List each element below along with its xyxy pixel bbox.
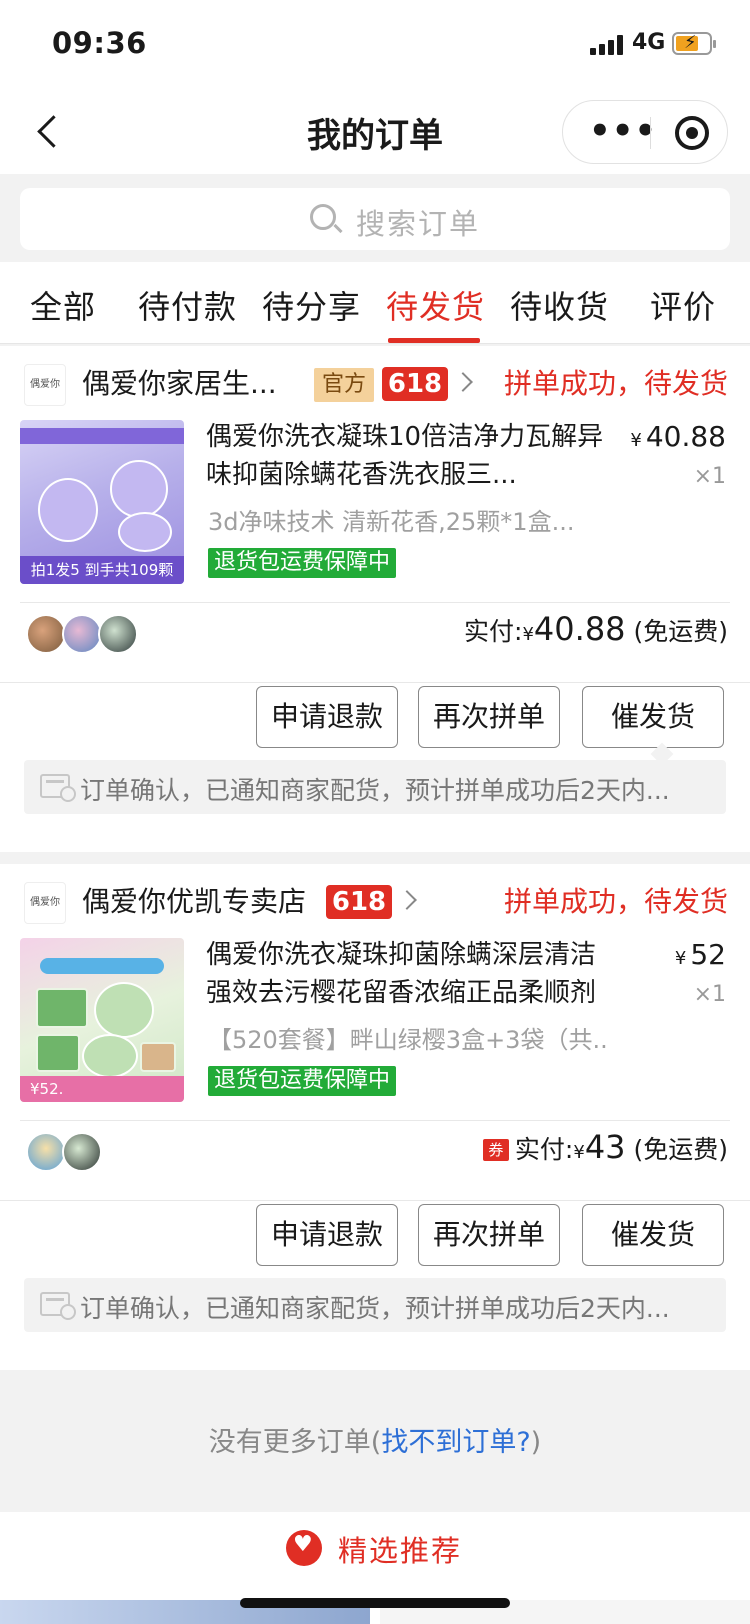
home-indicator <box>240 1598 510 1608</box>
divider <box>20 602 730 603</box>
battery-icon: ⚡ <box>672 32 716 55</box>
no-more-orders: 没有更多订单(找不到订单?) <box>208 1427 542 1458</box>
signal-icon <box>590 33 626 55</box>
cant-find-order-link[interactable]: 找不到订单? <box>381 1427 530 1458</box>
request-refund-button[interactable]: 申请退款 <box>256 1204 398 1266</box>
shop-logo: 偶爱你 <box>24 364 66 406</box>
shop-logo: 偶爱你 <box>24 882 66 924</box>
divider <box>0 682 750 683</box>
more-icon[interactable]: ••• <box>589 114 657 148</box>
product-promo-text: 拍1发5 到手共109颗 <box>20 556 184 584</box>
chevron-right-icon[interactable] <box>397 890 417 910</box>
order-tabs: 全部 待付款 待分享 待发货 待收货 评价 <box>0 262 750 344</box>
recommend-title: 精选推荐 <box>338 1534 463 1568</box>
product-image[interactable]: 拍1发5 到手共109颗 <box>20 420 184 584</box>
product-spec: 3d净味技术 清新花香,25颗*1盒... <box>208 508 575 536</box>
nav-bar: 我的订单 ••• <box>0 88 750 174</box>
chevron-right-icon[interactable] <box>453 372 473 392</box>
tab-review[interactable]: 评价 <box>650 282 716 328</box>
product-image[interactable]: ¥52. <box>20 938 184 1102</box>
status-time: 09:36 <box>52 26 147 60</box>
return-shipping-guarantee-badge: 退货包运费保障中 <box>208 1066 397 1096</box>
product-title[interactable]: 偶爱你洗衣凝珠抑菌除螨深层清洁强效去污樱花留香浓缩正品柔顺剂 <box>206 936 606 1012</box>
status-bar: 09:36 4G ⚡ <box>0 0 750 88</box>
search-icon <box>310 204 336 230</box>
notice-text: 订单确认，已通知商家配货，预计拼单成功后2天内... <box>80 776 670 805</box>
official-badge: 官方 <box>314 368 375 402</box>
avatar <box>62 614 102 654</box>
delivery-notice-icon <box>40 774 76 802</box>
product-price: ¥52 <box>674 938 726 971</box>
request-refund-button[interactable]: 申请退款 <box>256 686 398 748</box>
shop-name[interactable]: 偶爱你家居生... <box>82 362 277 402</box>
product-quantity: ×1 <box>693 982 726 1007</box>
avatar <box>26 614 66 654</box>
product-title[interactable]: 偶爱你洗衣凝珠10倍洁净力瓦解异味抑菌除螨花香洗衣服三... <box>206 418 606 494</box>
capsule-divider <box>650 117 651 149</box>
avatar <box>98 614 138 654</box>
reorder-group-button[interactable]: 再次拼单 <box>418 1204 560 1266</box>
order-status: 拼单成功，待发货 <box>503 885 728 918</box>
tab-pending-receipt[interactable]: 待收货 <box>510 282 609 328</box>
reorder-group-button[interactable]: 再次拼单 <box>418 686 560 748</box>
avatar <box>62 1132 102 1172</box>
divider <box>20 1120 730 1121</box>
order-card: 偶爱你 偶爱你优凯专卖店 618 拼单成功，待发货 ¥52. 偶爱你洗衣凝珠抑菌… <box>0 864 750 1370</box>
delivery-notice-icon <box>40 1292 76 1320</box>
urge-shipment-button[interactable]: 催发货 <box>582 1204 724 1266</box>
divider <box>0 1200 750 1201</box>
mini-program-capsule: ••• <box>562 100 728 164</box>
coupon-icon: 券 <box>482 1139 509 1161</box>
network-type: 4G <box>632 30 666 55</box>
shop-name[interactable]: 偶爱你优凯专卖店 <box>82 880 306 920</box>
search-placeholder: 搜索订单 <box>356 207 481 241</box>
promo-618-badge: 618 <box>326 885 392 919</box>
promo-618-badge: 618 <box>382 367 448 401</box>
product-price: ¥40.88 <box>630 420 726 453</box>
search-input[interactable]: 搜索订单 <box>20 188 730 250</box>
paid-amount: 券实付:¥43 (免运费) <box>482 1128 728 1166</box>
active-tab-indicator <box>388 338 480 343</box>
order-notice[interactable]: 订单确认，已通知商家配货，预计拼单成功后2天内... <box>24 760 726 814</box>
order-status: 拼单成功，待发货 <box>503 367 728 400</box>
order-notice[interactable]: 订单确认，已通知商家配货，预计拼单成功后2天内... <box>24 1278 726 1332</box>
paid-amount: 实付:¥40.88 (免运费) <box>464 610 728 648</box>
tab-pending-share[interactable]: 待分享 <box>262 282 361 328</box>
urge-shipment-button[interactable]: 催发货 <box>582 686 724 748</box>
notice-text: 订单确认，已通知商家配货，预计拼单成功后2天内... <box>80 1294 670 1323</box>
avatar <box>26 1132 66 1172</box>
product-quantity: ×1 <box>693 464 726 489</box>
tab-pending-payment[interactable]: 待付款 <box>138 282 237 328</box>
heart-icon <box>286 1530 322 1566</box>
close-target-icon[interactable] <box>675 116 709 150</box>
tab-pending-shipment[interactable]: 待发货 <box>386 282 485 328</box>
product-spec: 【520套餐】畔山绿樱3盒+3袋（共... <box>208 1026 608 1054</box>
order-card: 偶爱你 偶爱你家居生... 官方 618 拼单成功，待发货 拍1发5 到手共10… <box>0 346 750 852</box>
product-promo-text: ¥52. <box>20 1076 184 1102</box>
tab-all[interactable]: 全部 <box>30 282 96 328</box>
return-shipping-guarantee-badge: 退货包运费保障中 <box>208 548 397 578</box>
